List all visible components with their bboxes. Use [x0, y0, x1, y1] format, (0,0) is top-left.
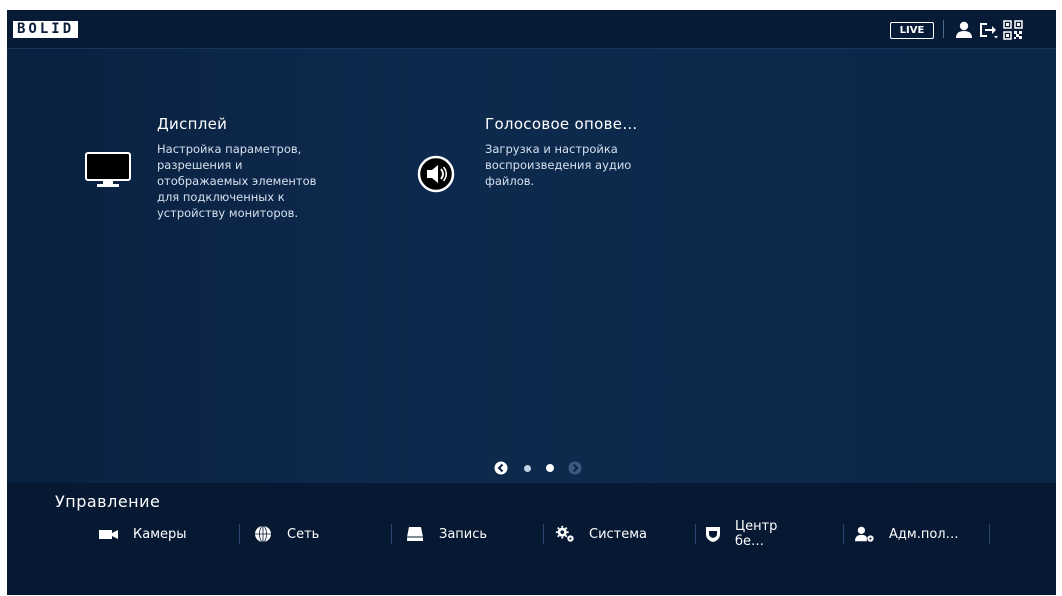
display-card[interactable]: Дисплей Настройка параметров, разрешения…: [157, 115, 397, 221]
nav-divider: [391, 524, 392, 544]
shield-icon: [705, 525, 721, 543]
nav-user-admin[interactable]: Адм.пол…: [855, 521, 959, 547]
qr-code-icon[interactable]: [1003, 20, 1023, 40]
prev-page-icon[interactable]: [494, 461, 508, 475]
card-description: Загрузка и настройка воспроизведения ауд…: [485, 142, 632, 188]
nav-divider: [695, 524, 696, 544]
nav-divider: [543, 524, 544, 544]
page-dot-1[interactable]: [524, 465, 531, 472]
management-panel: Управление Камеры Сеть Запись Система Це…: [7, 483, 1056, 595]
card-title: Голосовое опове…: [485, 115, 638, 133]
header-divider: [943, 20, 944, 38]
nav-record[interactable]: Запись: [405, 521, 487, 547]
gears-icon: [555, 525, 575, 543]
nav-security-center[interactable]: Центр бе…: [705, 519, 781, 549]
nav-divider: [239, 524, 240, 544]
top-bar: BOLID LIVE: [7, 10, 1056, 49]
card-description: Настройка параметров, разрешения и отобр…: [157, 142, 317, 220]
screen: BOLID LIVE Дисплей Настройка параметров,…: [7, 10, 1056, 595]
page-dot-2[interactable]: [546, 464, 554, 472]
nav-label: Камеры: [133, 526, 187, 542]
nav-label: Запись: [439, 526, 488, 542]
nav-label: Центр бе…: [735, 519, 778, 549]
brand-logo: BOLID: [13, 21, 79, 38]
nav-label: Сеть: [287, 526, 320, 542]
user-icon[interactable]: [954, 20, 974, 40]
voice-alert-card[interactable]: Голосовое опове… Загрузка и настройка во…: [485, 115, 725, 189]
settings-panel: Дисплей Настройка параметров, разрешения…: [7, 49, 1056, 483]
live-view-button[interactable]: LIVE: [890, 22, 934, 39]
section-title: Управление: [55, 492, 161, 511]
nav-divider: [989, 524, 990, 544]
nav-system[interactable]: Система: [555, 521, 647, 547]
nav-label: Система: [589, 526, 648, 542]
nav-divider: [843, 524, 844, 544]
nav-label: Адм.пол…: [889, 526, 959, 542]
next-page-icon[interactable]: [568, 461, 582, 475]
user-settings-icon: [855, 525, 875, 543]
camera-icon: [99, 525, 119, 543]
speaker-icon[interactable]: [417, 155, 455, 197]
nav-network[interactable]: Сеть: [253, 521, 319, 547]
monitor-icon[interactable]: [85, 152, 131, 192]
nav-cameras[interactable]: Камеры: [99, 521, 187, 547]
card-title: Дисплей: [157, 115, 228, 133]
hdd-icon: [405, 525, 425, 543]
network-globe-icon: [253, 525, 273, 543]
logout-icon[interactable]: [977, 20, 998, 40]
